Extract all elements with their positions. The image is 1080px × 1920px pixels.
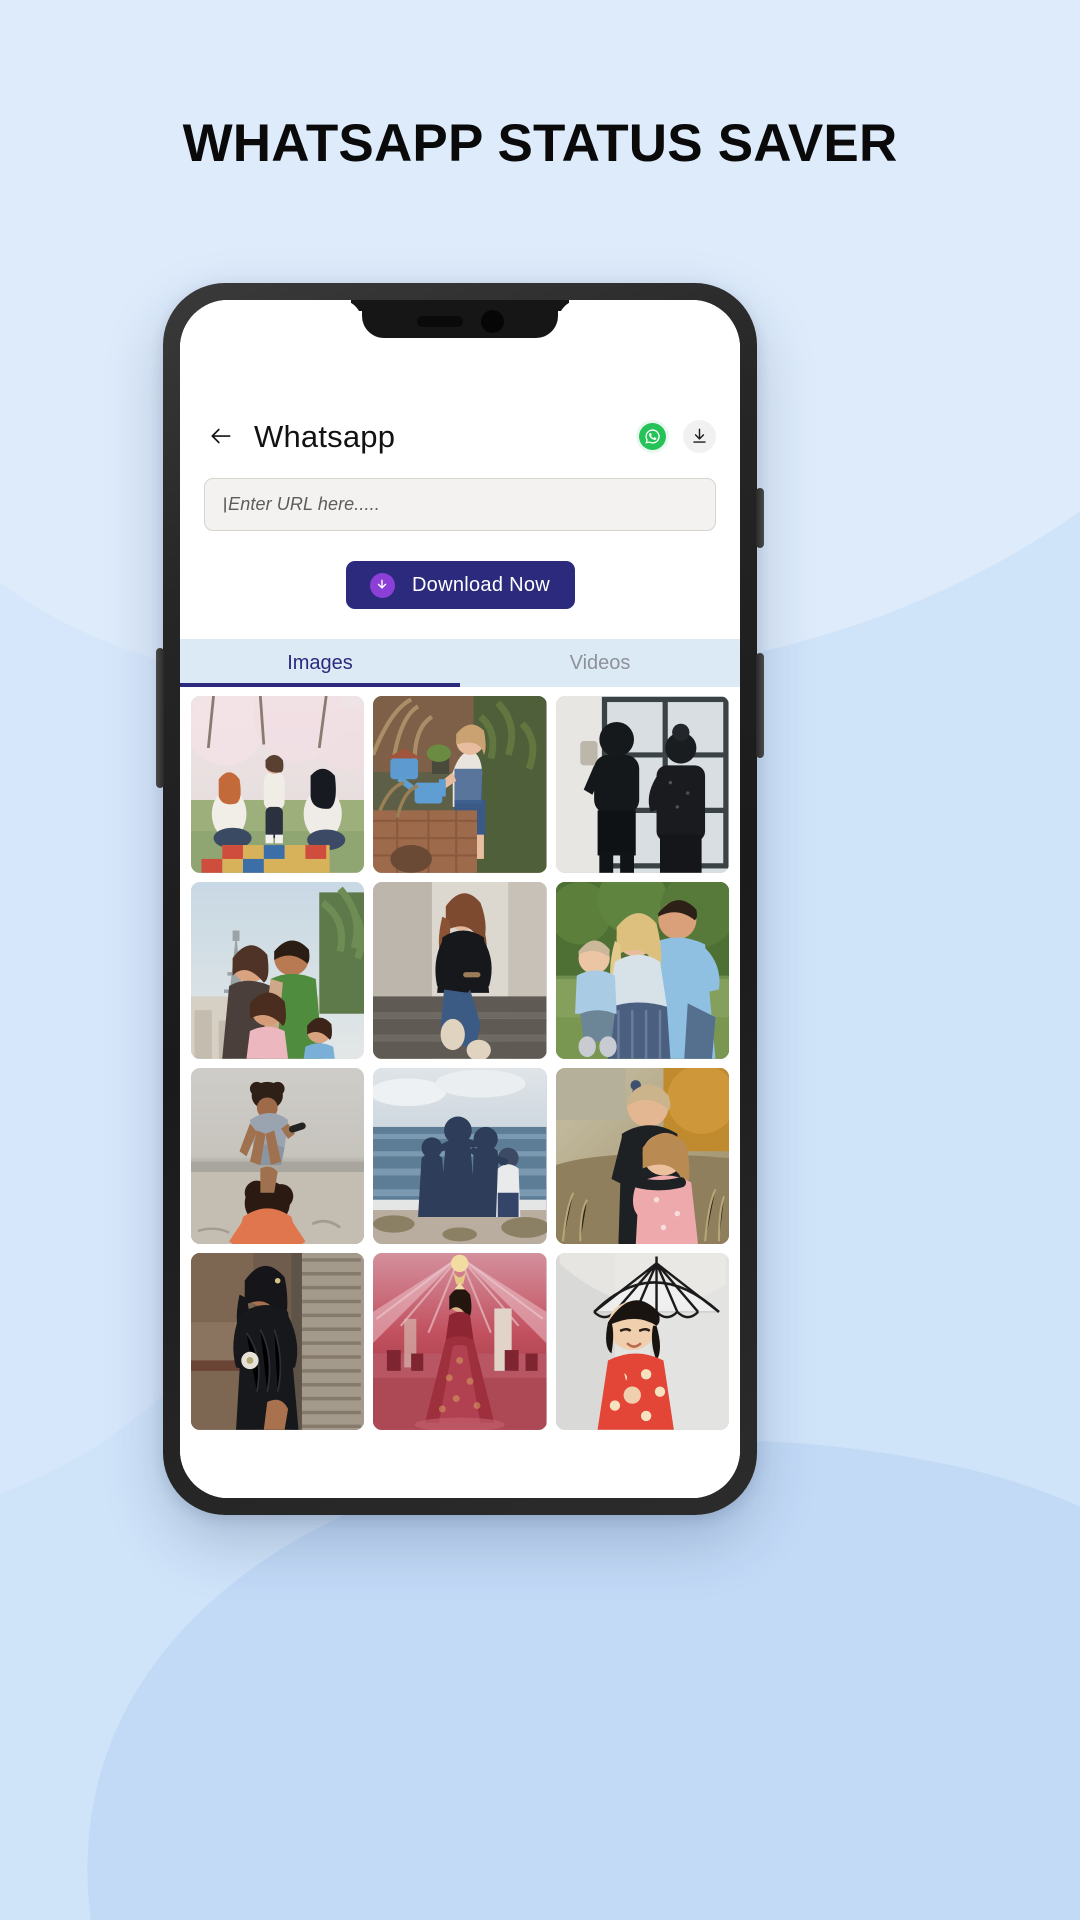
gallery-item-9[interactable]: [191, 1253, 365, 1431]
whatsapp-icon[interactable]: [636, 419, 669, 453]
url-input-placeholder: Enter URL here.....: [228, 494, 380, 514]
gallery-item-3[interactable]: [191, 881, 365, 1059]
phone-side-button: [756, 653, 764, 758]
download-icon[interactable]: [683, 419, 716, 453]
text-caret: |: [223, 495, 228, 513]
gallery-item-1[interactable]: [373, 696, 547, 873]
phone-notch: [362, 300, 558, 338]
whatsapp-icon-circle: [639, 422, 666, 450]
tab-images[interactable]: Images: [180, 639, 460, 687]
gallery-item-7[interactable]: [373, 1067, 547, 1245]
download-circle-icon: [369, 572, 395, 598]
front-camera: [480, 309, 504, 333]
gallery-item-5[interactable]: [555, 881, 729, 1059]
app-content: Whatsapp | Enter URL here..... Download …: [180, 300, 740, 1498]
tab-videos[interactable]: Videos: [460, 639, 740, 687]
gallery-item-8[interactable]: [555, 1067, 729, 1245]
url-input[interactable]: | Enter URL here.....: [204, 478, 716, 531]
phone-volume-button: [156, 648, 164, 788]
tab-videos-label: Videos: [569, 651, 631, 674]
tab-images-label: Images: [287, 651, 353, 674]
app-header-section: Whatsapp | Enter URL here..... Download …: [180, 300, 740, 639]
phone-screen: Whatsapp | Enter URL here..... Download …: [180, 300, 740, 1498]
back-arrow-icon[interactable]: [204, 419, 238, 453]
phone-power-button: [756, 488, 764, 548]
app-bar: Whatsapp: [204, 408, 716, 464]
download-now-label: Download Now: [411, 573, 551, 596]
gallery-item-2[interactable]: [555, 696, 729, 873]
phone-mockup: Whatsapp | Enter URL here..... Download …: [156, 283, 764, 1515]
gallery-item-4[interactable]: [373, 881, 547, 1059]
gallery-item-10[interactable]: [373, 1253, 547, 1431]
gallery-scroll-area[interactable]: [180, 687, 740, 1498]
page-title: WHATSAPP STATUS SAVER: [182, 114, 898, 173]
earpiece-speaker: [416, 315, 463, 327]
download-now-button[interactable]: Download Now: [345, 561, 575, 609]
app-bar-title: Whatsapp: [254, 418, 396, 454]
image-grid: [191, 696, 729, 1431]
gallery-item-11[interactable]: [555, 1253, 729, 1431]
gallery-item-0[interactable]: [191, 696, 365, 873]
download-button-row: Download Now: [204, 561, 716, 639]
gallery-item-6[interactable]: [191, 1067, 365, 1245]
tab-bar: Images Videos: [180, 639, 740, 687]
